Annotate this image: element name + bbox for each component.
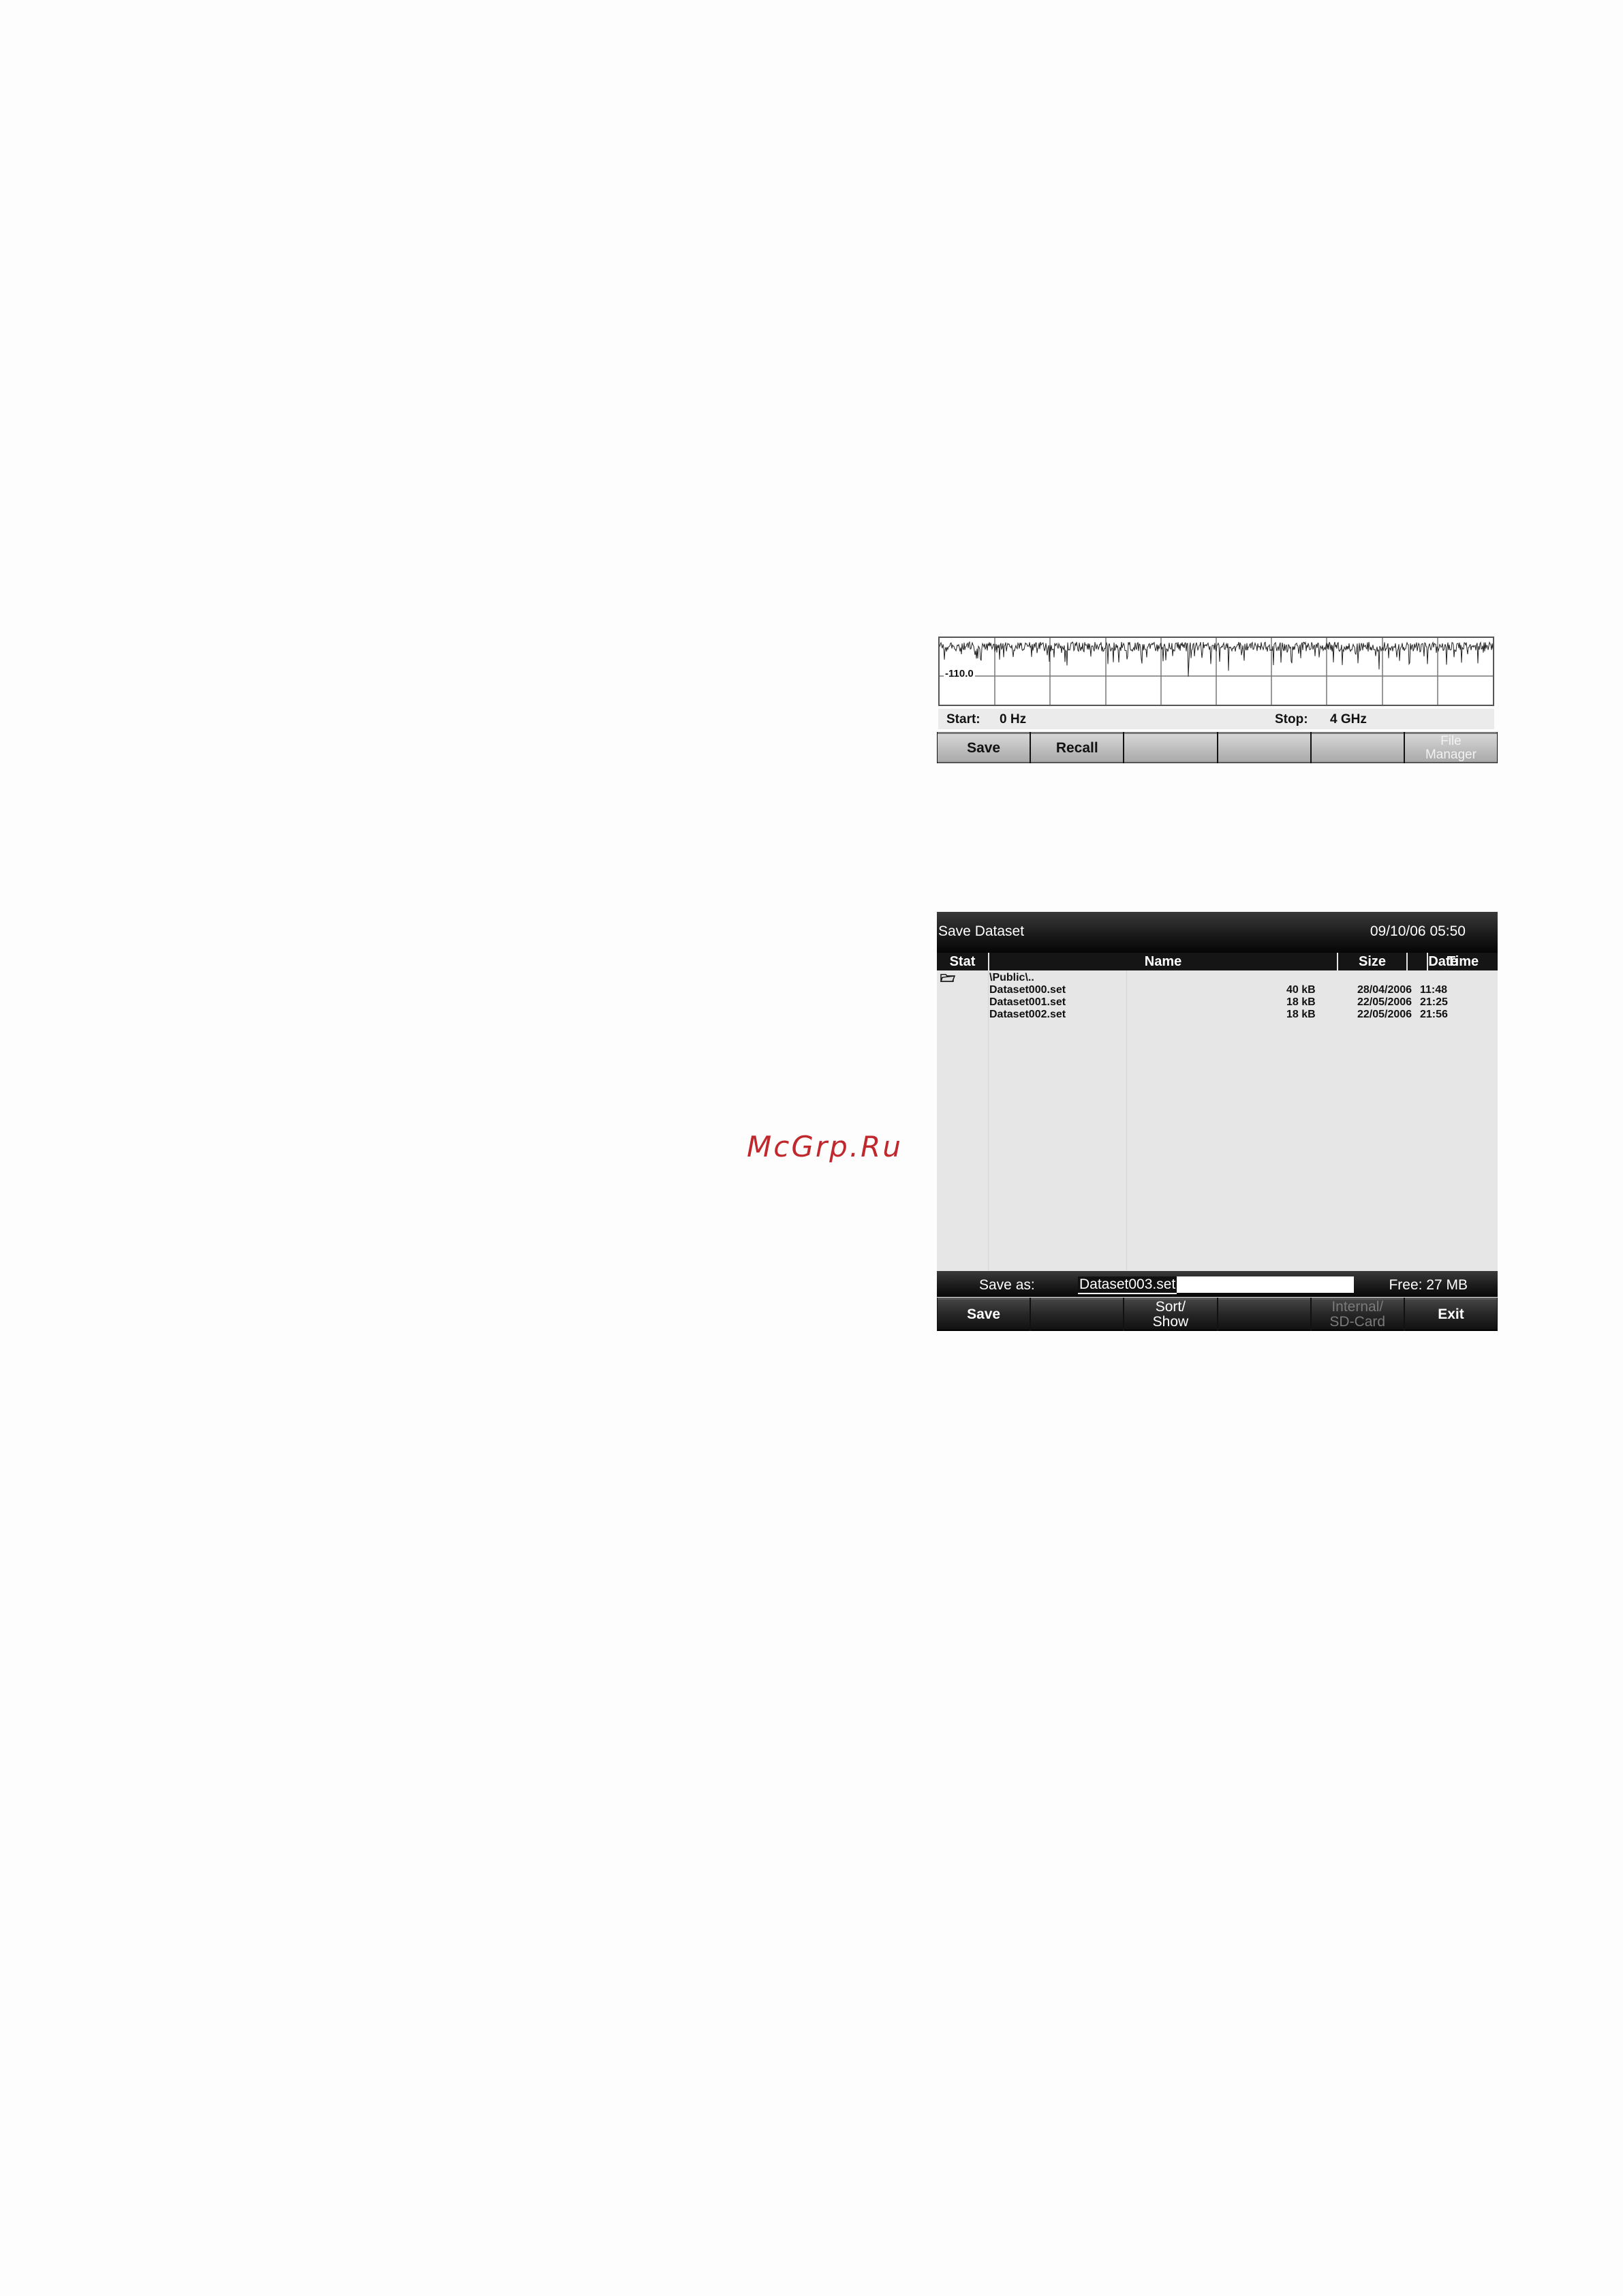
file-time: 21:56 (1420, 1009, 1448, 1020)
softkey-3[interactable] (1124, 732, 1217, 763)
spectrum-trace (940, 638, 1493, 705)
spectrum-screen: -110.0 Start: 0 Hz Stop: 4 GHz Save Reca… (937, 635, 1498, 765)
sort-show-softkey[interactable]: Sort/ Show (1124, 1298, 1217, 1331)
file-list: \Public\.. Dataset000.set 40 kB 28/04/20… (937, 970, 1498, 1271)
table-row[interactable]: Dataset000.set 40 kB 28/04/2006 11:48 (937, 984, 1498, 996)
spectrum-trace-display: -110.0 (938, 637, 1494, 706)
column-header-stat[interactable]: Stat (937, 954, 988, 970)
softkey-4[interactable] (1218, 732, 1310, 763)
folder-path: \Public\.. (989, 972, 1034, 983)
softkey-bar: Save Recall File Manager (937, 732, 1498, 763)
internal-sd-card-softkey[interactable]: Internal/ SD-Card (1311, 1298, 1404, 1331)
file-name: Dataset002.set (989, 1009, 1066, 1020)
file-manager-softkey[interactable]: File Manager (1404, 732, 1498, 763)
file-size: 40 kB (1286, 984, 1316, 996)
watermark: McGrp.Ru (747, 1130, 903, 1163)
table-row[interactable]: Dataset001.set 18 kB 22/05/2006 21:25 (937, 996, 1498, 1009)
file-time: 11:48 (1420, 984, 1448, 996)
file-date: 22/05/2006 (1357, 1009, 1412, 1020)
save-dataset-screen: Save Dataset 09/10/06 05:50 Stat Name Si… (937, 912, 1498, 1331)
file-name: Dataset000.set (989, 984, 1066, 996)
reference-level-label: -110.0 (944, 668, 975, 679)
softkey-5[interactable] (1311, 732, 1404, 763)
stop-value: 4 GHz (1330, 712, 1367, 726)
save-as-bar: Save as: Dataset003.set Free: 27 MB (937, 1271, 1498, 1297)
save-softkey[interactable]: Save (938, 1298, 1030, 1331)
file-table-header: Stat Name Size Date Time (937, 953, 1498, 970)
save-softkey[interactable]: Save (938, 732, 1030, 763)
exit-softkey[interactable]: Exit (1404, 1298, 1498, 1331)
table-row[interactable]: Dataset002.set 18 kB 22/05/2006 21:56 (937, 1009, 1498, 1021)
frequency-range-bar: Start: 0 Hz Stop: 4 GHz (938, 709, 1494, 729)
title-bar: Save Dataset 09/10/06 05:50 (937, 912, 1498, 953)
save-as-label: Save as: (979, 1277, 1035, 1293)
file-size: 18 kB (1286, 1009, 1316, 1020)
start-label: Start: (946, 712, 980, 726)
free-space-label: Free: 27 MB (1389, 1277, 1468, 1293)
date-time: 09/10/06 05:50 (1370, 923, 1466, 939)
softkey-bar: Save Sort/ Show Internal/ SD-Card Exit (937, 1298, 1498, 1331)
file-name: Dataset001.set (989, 996, 1066, 1008)
save-as-filename-selection: Dataset003.set (1078, 1276, 1177, 1294)
dialog-title: Save Dataset (938, 923, 1025, 939)
file-time: 21:25 (1420, 996, 1448, 1008)
file-date: 22/05/2006 (1357, 996, 1412, 1008)
column-header-time[interactable]: Time (1428, 954, 1498, 970)
start-value: 0 Hz (1000, 712, 1027, 726)
column-header-name[interactable]: Name (989, 954, 1337, 970)
softkey-4[interactable] (1218, 1298, 1310, 1331)
recall-softkey[interactable]: Recall (1031, 732, 1124, 763)
list-item-folder[interactable]: \Public\.. (937, 972, 1498, 984)
softkey-2[interactable] (1031, 1298, 1124, 1331)
column-header-size[interactable]: Size (1338, 954, 1406, 970)
stop-label: Stop: (1275, 712, 1308, 726)
file-size: 18 kB (1286, 996, 1316, 1008)
file-date: 28/04/2006 (1357, 984, 1412, 996)
